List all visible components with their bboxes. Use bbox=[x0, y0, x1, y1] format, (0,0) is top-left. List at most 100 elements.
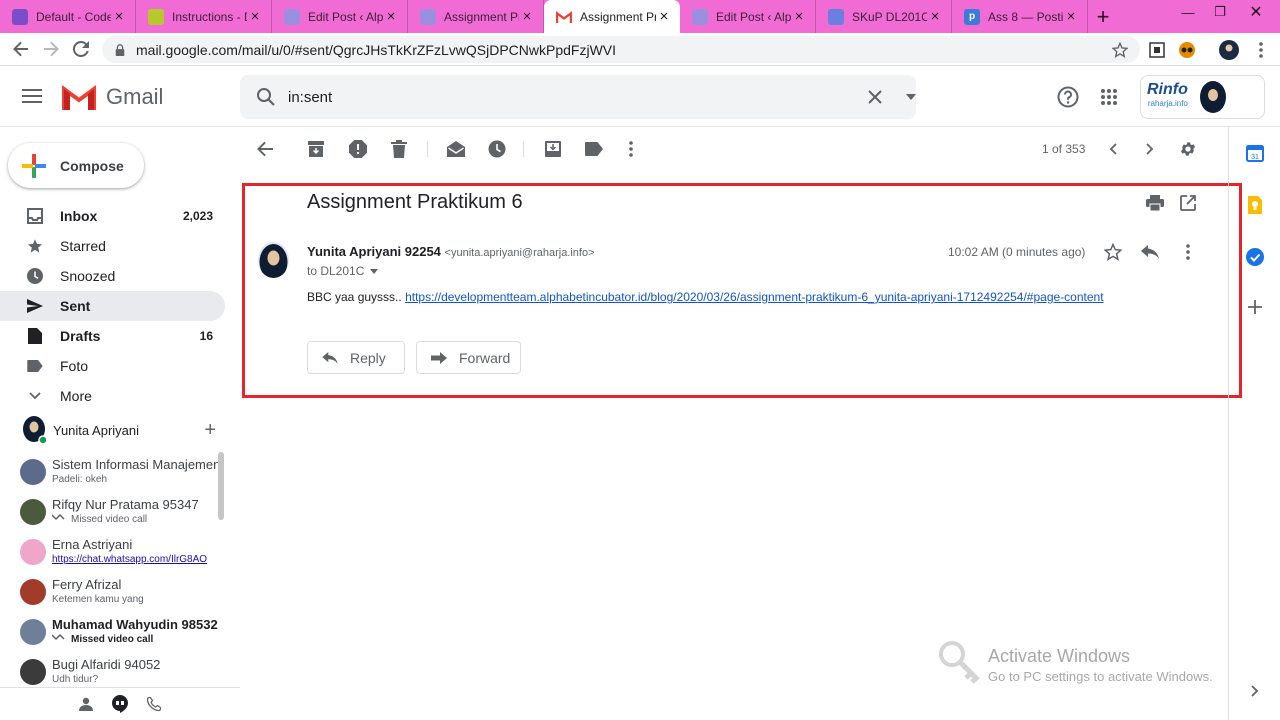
minimize-icon[interactable]: — bbox=[1172, 0, 1204, 24]
browser-tab[interactable]: Instructions - Dicoding× bbox=[136, 0, 272, 33]
browser-tab[interactable]: SKuP DL201C_Yunita× bbox=[816, 0, 952, 33]
new-conversation-icon[interactable]: + bbox=[204, 419, 216, 442]
star-message-icon[interactable] bbox=[1103, 242, 1123, 262]
tab-close-icon[interactable]: × bbox=[383, 8, 399, 25]
tab-close-icon[interactable]: × bbox=[927, 8, 943, 25]
browser-tab[interactable]: Default - Codecademy× bbox=[0, 0, 136, 33]
hangout-conversation[interactable]: Ferry Afrizal Ketemen kamu yang bbox=[0, 572, 225, 612]
body-link[interactable]: https://developmentteam.alphabetincubato… bbox=[405, 290, 1103, 304]
toolbar-divider bbox=[523, 141, 524, 157]
search-input[interactable] bbox=[288, 88, 806, 106]
hangouts-scrollbar[interactable] bbox=[218, 452, 224, 520]
extension-icon[interactable] bbox=[1146, 39, 1168, 61]
tab-close-icon[interactable]: × bbox=[791, 8, 807, 25]
sender-name[interactable]: Yunita Apriyani 92254 bbox=[307, 244, 441, 259]
report-spam-icon[interactable] bbox=[348, 139, 368, 159]
main-menu-icon[interactable] bbox=[22, 88, 44, 106]
tab-favicon-icon bbox=[692, 8, 708, 25]
contacts-icon[interactable] bbox=[69, 697, 103, 711]
back-to-sent-icon[interactable] bbox=[255, 139, 275, 159]
newer-chevron-icon[interactable] bbox=[1103, 139, 1123, 159]
message-more-icon[interactable] bbox=[1178, 242, 1198, 262]
reply-button[interactable]: Reply bbox=[307, 341, 405, 374]
gmail-logo[interactable]: Gmail bbox=[62, 84, 163, 110]
account-switcher[interactable]: Rinfo raharja.info bbox=[1140, 75, 1265, 119]
print-icon[interactable] bbox=[1145, 193, 1165, 213]
sidebar-item-sent[interactable]: Sent bbox=[0, 291, 225, 321]
contact-message-text: Ketemen kamu yang bbox=[52, 594, 144, 605]
label-as-icon[interactable] bbox=[584, 139, 604, 159]
address-bar[interactable]: mail.google.com/mail/u/0/#sent/QgrcJHsTk… bbox=[102, 36, 1140, 63]
restore-icon[interactable]: ❐ bbox=[1204, 0, 1236, 24]
reload-icon[interactable] bbox=[66, 34, 96, 64]
archive-icon[interactable] bbox=[306, 139, 326, 159]
browser-menu-icon[interactable] bbox=[1250, 39, 1272, 61]
contact-message-link[interactable]: https://chat.whatsapp.com/IlrG8AO bbox=[52, 554, 207, 565]
more-actions-icon[interactable] bbox=[621, 139, 641, 159]
hangout-conversation[interactable]: Rifqy Nur Pratama 95347 Missed video call bbox=[0, 492, 225, 532]
tab-title: Instructions - Dicoding bbox=[172, 9, 247, 24]
add-addon-icon[interactable] bbox=[1245, 297, 1265, 317]
hangouts-self[interactable]: Yunita Apriyani + bbox=[0, 410, 240, 450]
hangout-conversation[interactable]: Sistem Informasi Manajemen (Padeli: okeh bbox=[0, 452, 225, 492]
browser-tab[interactable]: p Ass 8 — Posting× bbox=[952, 0, 1088, 33]
recipients-toggle[interactable]: to DL201C bbox=[307, 264, 379, 278]
side-panel: 31 bbox=[1228, 127, 1280, 720]
back-icon[interactable] bbox=[6, 34, 36, 64]
tab-close-icon[interactable]: × bbox=[1063, 8, 1079, 25]
phone-icon[interactable] bbox=[137, 697, 171, 711]
snooze-icon[interactable] bbox=[487, 139, 507, 159]
tab-close-icon[interactable]: × bbox=[247, 8, 263, 25]
chevron-down-icon bbox=[26, 387, 44, 405]
calendar-icon[interactable]: 31 bbox=[1245, 143, 1265, 163]
left-sidebar: Compose Inbox 2,023 Starred Snoozed Sent Draf… bbox=[0, 127, 240, 720]
sidebar-item-count: 2,023 bbox=[182, 209, 213, 223]
browser-tab[interactable]: Assignment Praktikum 6× bbox=[408, 0, 544, 33]
older-chevron-icon[interactable] bbox=[1140, 139, 1160, 159]
compose-button[interactable]: Compose bbox=[8, 143, 144, 188]
tasks-icon[interactable] bbox=[1245, 247, 1265, 267]
sidebar-item-starred[interactable]: Starred bbox=[0, 231, 225, 261]
tab-close-icon[interactable]: × bbox=[656, 8, 672, 25]
tab-close-icon[interactable]: × bbox=[519, 8, 535, 25]
browser-tab-strip: Default - Codecademy×Instructions - Dico… bbox=[0, 0, 1280, 33]
show-side-panel-chevron-icon[interactable] bbox=[1245, 681, 1265, 701]
bookmark-star-icon[interactable] bbox=[1109, 39, 1131, 61]
hangout-conversation[interactable]: Erna Astriyani https://chat.whatsapp.com/… bbox=[0, 532, 225, 572]
reply-icon[interactable] bbox=[1140, 242, 1160, 262]
sidebar-item-inbox[interactable]: Inbox 2,023 bbox=[0, 201, 225, 231]
sidebar-item-foto[interactable]: Foto bbox=[0, 351, 225, 381]
window-close-icon[interactable]: ✕ bbox=[1240, 0, 1272, 24]
forward-button[interactable]: Forward bbox=[416, 341, 521, 374]
new-tab-icon[interactable]: + bbox=[1088, 0, 1118, 33]
help-icon[interactable] bbox=[1056, 85, 1080, 109]
search-options-icon[interactable] bbox=[906, 94, 916, 100]
hangout-conversation[interactable]: Bugi Alfaridi 94052 Udh tidur? bbox=[0, 652, 225, 689]
hangouts-list: Sistem Informasi Manajemen (Padeli: okeh… bbox=[0, 452, 225, 689]
sidebar-item-drafts[interactable]: Drafts 16 bbox=[0, 321, 225, 351]
sidebar-item-snoozed[interactable]: Snoozed bbox=[0, 261, 225, 291]
clear-search-icon[interactable] bbox=[868, 90, 882, 104]
sidebar-item-more[interactable]: More bbox=[0, 381, 225, 411]
extension-owl-icon[interactable] bbox=[1176, 39, 1198, 61]
hangout-conversation[interactable]: Muhamad Wahyudin 98532 Missed video call bbox=[0, 612, 225, 652]
mark-unread-icon[interactable] bbox=[446, 139, 466, 159]
keep-icon[interactable] bbox=[1245, 195, 1265, 215]
send-icon bbox=[26, 297, 44, 315]
browser-tab[interactable]: Edit Post ‹ Alphabet Incubator× bbox=[272, 0, 408, 33]
delete-icon[interactable] bbox=[389, 139, 409, 159]
recipients-text: to DL201C bbox=[307, 264, 365, 278]
sender-avatar[interactable] bbox=[258, 242, 289, 278]
browser-tab[interactable]: Assignment Praktikum 6× bbox=[544, 0, 680, 33]
browser-tab[interactable]: Edit Post ‹ Alphabet Incubator× bbox=[680, 0, 816, 33]
forward-nav-icon[interactable] bbox=[36, 34, 66, 64]
contact-avatar bbox=[20, 539, 46, 565]
search-icon[interactable] bbox=[256, 87, 276, 107]
tab-close-icon[interactable]: × bbox=[111, 8, 127, 25]
move-to-icon[interactable] bbox=[543, 139, 563, 159]
open-new-window-icon[interactable] bbox=[1178, 193, 1198, 213]
settings-gear-icon[interactable] bbox=[1178, 139, 1198, 159]
hangouts-chat-icon[interactable] bbox=[103, 695, 137, 713]
apps-grid-icon[interactable] bbox=[1097, 85, 1121, 109]
profile-avatar[interactable] bbox=[1218, 39, 1240, 61]
